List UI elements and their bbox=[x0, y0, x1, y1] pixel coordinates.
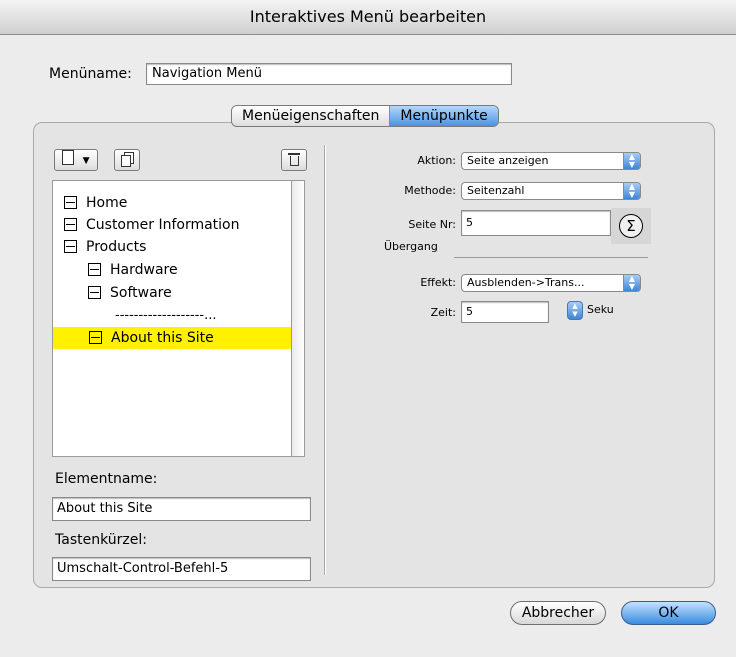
stepper-down-icon: ▼ bbox=[572, 310, 578, 318]
methode-label: Methode: bbox=[404, 184, 456, 197]
tree-node-icon bbox=[89, 331, 102, 344]
ok-button[interactable]: OK bbox=[621, 601, 716, 625]
aktion-label: Aktion: bbox=[417, 154, 456, 167]
updown-arrows-icon: ▲ ▼ bbox=[623, 153, 640, 169]
tree-node-icon bbox=[64, 218, 77, 231]
tree-item-products[interactable]: Products bbox=[64, 236, 146, 258]
tree-node-icon bbox=[64, 240, 77, 253]
sigma-icon: Σ bbox=[619, 214, 643, 238]
effekt-label: Effekt: bbox=[420, 276, 456, 289]
tab-bar: Menüeigenschaften Menüpunkte bbox=[231, 105, 499, 127]
shortcut-label: Tastenkürzel: bbox=[55, 532, 147, 548]
methode-select[interactable]: Seitenzahl ▲ ▼ bbox=[461, 182, 641, 200]
uebergang-label: Übergang bbox=[384, 240, 438, 253]
tab-menuepunkte[interactable]: Menüpunkte bbox=[390, 106, 498, 126]
tab-menueigenschaften[interactable]: Menüeigenschaften bbox=[232, 106, 391, 126]
elementname-label: Elementname: bbox=[55, 471, 158, 487]
tree-item-customer-information[interactable]: Customer Information bbox=[64, 214, 240, 236]
dropdown-arrow-icon: ▼ bbox=[82, 156, 90, 166]
window-title: Interaktives Menü bearbeiten bbox=[0, 0, 736, 35]
tree-node-icon bbox=[88, 263, 101, 276]
menuname-label: Menüname: bbox=[49, 66, 132, 82]
duplicate-item-button[interactable] bbox=[114, 149, 140, 171]
updown-arrows-icon: ▲ ▼ bbox=[623, 183, 640, 199]
tree-item-home[interactable]: Home bbox=[64, 192, 127, 214]
zeit-stepper[interactable]: ▲ ▼ bbox=[567, 301, 583, 320]
new-item-button[interactable]: ▼ bbox=[54, 149, 98, 171]
updown-arrows-icon: ▲ ▼ bbox=[623, 275, 640, 291]
stepper-up-icon: ▲ bbox=[572, 302, 578, 310]
aktion-select[interactable]: Seite anzeigen ▲ ▼ bbox=[461, 152, 641, 170]
cancel-button[interactable]: Abbrecher bbox=[510, 601, 606, 625]
tree-item-software[interactable]: Software bbox=[88, 282, 172, 304]
elementname-field[interactable]: About this Site bbox=[52, 497, 311, 521]
tree-scrollbar[interactable] bbox=[292, 180, 305, 457]
delete-item-button[interactable] bbox=[281, 149, 307, 171]
tree-node-icon bbox=[64, 196, 77, 209]
sigma-button[interactable]: Σ bbox=[611, 208, 651, 244]
uebergang-rule bbox=[454, 257, 648, 258]
zeit-label: Zeit: bbox=[430, 306, 456, 319]
effekt-select[interactable]: Ausblenden->Trans... ▲ ▼ bbox=[461, 274, 641, 292]
tree-node-icon bbox=[88, 286, 101, 299]
new-document-icon bbox=[62, 150, 75, 165]
shortcut-field[interactable]: Umschalt-Control-Befehl-5 bbox=[52, 557, 311, 581]
panel-divider bbox=[324, 145, 325, 575]
tree-item-about-this-site[interactable]: About this Site bbox=[53, 327, 291, 349]
menuname-field[interactable]: Navigation Menü bbox=[146, 63, 512, 85]
trash-icon bbox=[288, 152, 300, 166]
seite-nr-field[interactable]: 5 bbox=[461, 210, 611, 236]
tree-item-hardware[interactable]: Hardware bbox=[88, 259, 178, 281]
tree-item-separator[interactable]: -------------------... bbox=[115, 305, 217, 327]
duplicate-icon bbox=[120, 152, 134, 167]
seite-nr-label: Seite Nr: bbox=[408, 218, 456, 231]
zeit-unit: Seku bbox=[587, 303, 614, 316]
zeit-field[interactable]: 5 bbox=[461, 301, 549, 323]
